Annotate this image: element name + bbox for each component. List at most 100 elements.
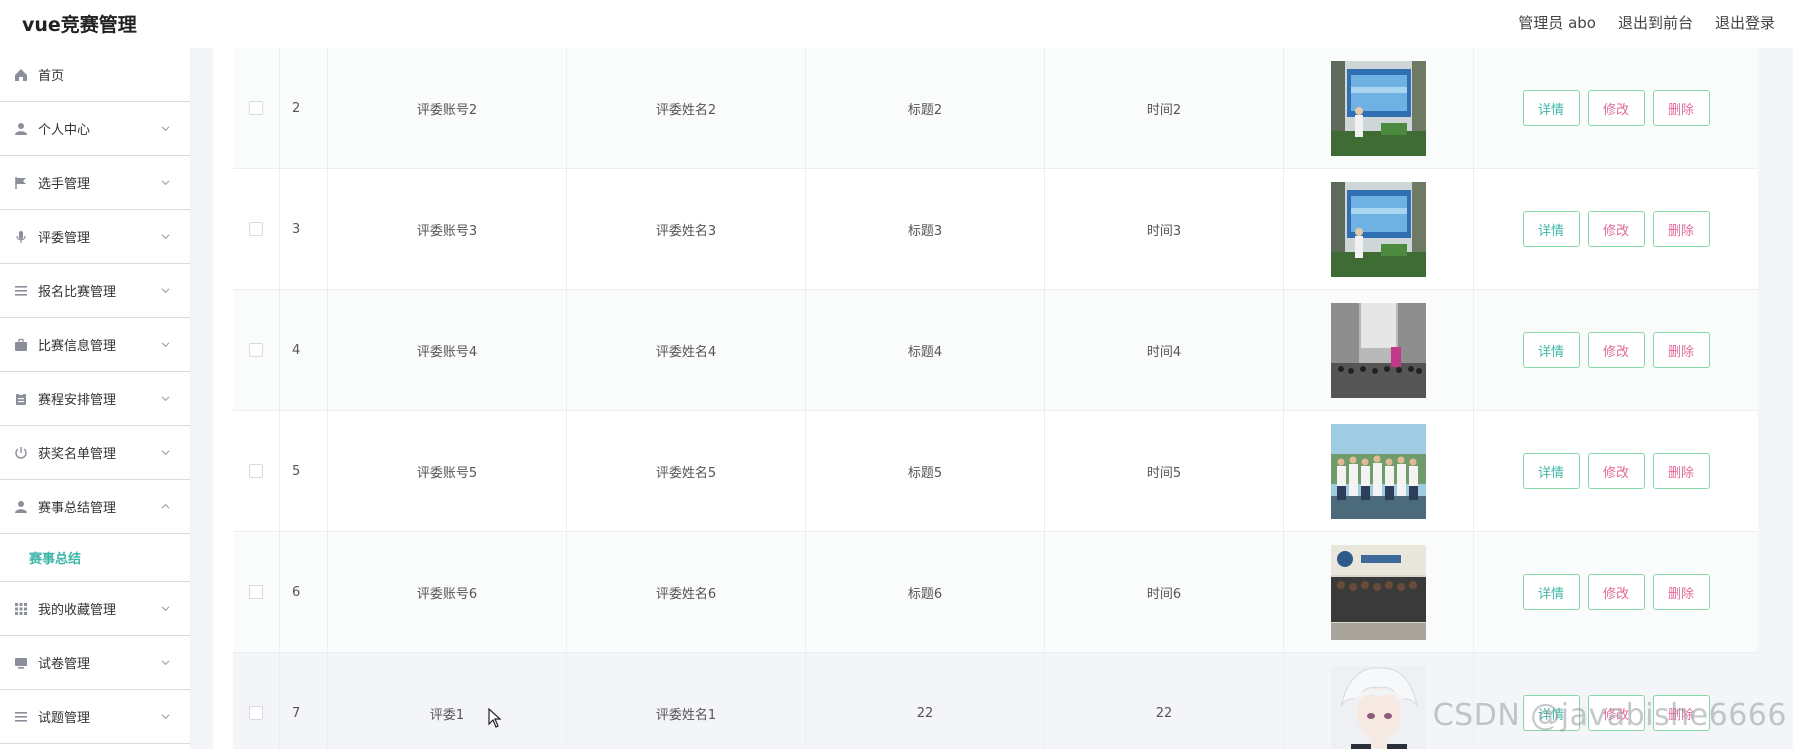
header-links: 管理员 abo 退出到前台 退出登录: [1518, 12, 1775, 33]
app-title: vue竞赛管理: [22, 14, 137, 36]
delete-button[interactable]: 删除: [1652, 453, 1710, 489]
row-index: 5: [280, 411, 328, 531]
sidebar-item-8[interactable]: 赛事总结管理: [0, 480, 190, 534]
detail-button[interactable]: 详情: [1522, 574, 1580, 610]
table-row[interactable]: 4 评委账号4 评委姓名4 标题4 时间4 详情 修改 删除: [233, 290, 1758, 411]
content-gutter-left: [191, 48, 213, 749]
sidebar-item-9[interactable]: 我的收藏管理: [0, 582, 190, 636]
title-cell: 标题5: [806, 411, 1045, 531]
content-gutter-right: [1758, 48, 1793, 749]
row-index: 2: [280, 48, 328, 168]
sidebar-item-6[interactable]: 赛程安排管理: [0, 372, 190, 426]
row-checkbox[interactable]: [249, 101, 263, 115]
title-cell: 标题2: [806, 48, 1045, 168]
sidebar-item-10[interactable]: 试卷管理: [0, 636, 190, 690]
image-cell: [1284, 169, 1474, 289]
photo-hall[interactable]: [1331, 302, 1426, 398]
clipboard-icon: [14, 392, 28, 406]
title-cell: 22: [806, 653, 1045, 749]
list-icon: [14, 284, 28, 298]
sidebar-item-5[interactable]: 比赛信息管理: [0, 318, 190, 372]
row-checkbox[interactable]: [249, 585, 263, 599]
row-checkbox-cell: [233, 411, 280, 531]
user-icon: [14, 500, 28, 514]
row-checkbox[interactable]: [249, 343, 263, 357]
detail-button[interactable]: 详情: [1522, 211, 1580, 247]
row-checkbox[interactable]: [249, 464, 263, 478]
judge-name-cell: 评委姓名2: [567, 48, 806, 168]
logout-link[interactable]: 退出登录: [1715, 12, 1775, 33]
chevron-down-icon: [161, 656, 170, 666]
chevron-down-icon: [161, 230, 170, 240]
image-cell: [1284, 532, 1474, 652]
chevron-down-icon: [161, 392, 170, 402]
row-checkbox[interactable]: [249, 222, 263, 236]
chevron-down-icon: [161, 122, 170, 132]
sidebar-item-1[interactable]: 个人中心: [0, 102, 190, 156]
sidebar-item-11[interactable]: 试题管理: [0, 690, 190, 744]
judge-account-cell: 评委账号2: [328, 48, 567, 168]
admin-user-label[interactable]: 管理员 abo: [1518, 12, 1596, 33]
photo-group-indoor[interactable]: [1331, 544, 1426, 640]
delete-button[interactable]: 删除: [1652, 574, 1710, 610]
sidebar-item-label: 获奖名单管理: [38, 447, 117, 462]
sidebar-item-3[interactable]: 评委管理: [0, 210, 190, 264]
data-table: 2 评委账号2 评委姓名2 标题2 时间2 详情 修改 删除 3 评委账号3 评委姓名3 标题3 时间…: [233, 48, 1758, 749]
row-index: 7: [280, 653, 328, 749]
exit-to-front-link[interactable]: 退出到前台: [1618, 12, 1693, 33]
sidebar-item-label: 赛事总结管理: [38, 501, 117, 516]
briefcase-icon: [14, 338, 28, 352]
edit-button[interactable]: 修改: [1587, 453, 1645, 489]
photo-poster[interactable]: [1331, 181, 1426, 277]
watermark: CSDN @javabishe6666: [1432, 698, 1787, 733]
row-checkbox-cell: [233, 169, 280, 289]
delete-button[interactable]: 删除: [1652, 332, 1710, 368]
table-row[interactable]: 2 评委账号2 评委姓名2 标题2 时间2 详情 修改 删除: [233, 48, 1758, 169]
photo-group-outdoor[interactable]: [1331, 423, 1426, 519]
edit-button[interactable]: 修改: [1587, 211, 1645, 247]
image-cell: [1284, 290, 1474, 410]
judge-name-cell: 评委姓名5: [567, 411, 806, 531]
sidebar-item-label: 选手管理: [38, 177, 91, 192]
edit-button[interactable]: 修改: [1587, 574, 1645, 610]
sidebar-item-0[interactable]: 首页: [0, 48, 190, 102]
detail-button[interactable]: 详情: [1522, 90, 1580, 126]
sidebar-item-label: 比赛信息管理: [38, 339, 117, 354]
sidebar-item-4[interactable]: 报名比赛管理: [0, 264, 190, 318]
list-icon: [14, 710, 28, 724]
mic-icon: [14, 230, 28, 244]
row-index: 6: [280, 532, 328, 652]
title-cell: 标题4: [806, 290, 1045, 410]
chevron-down-icon: [161, 176, 170, 186]
edit-button[interactable]: 修改: [1587, 332, 1645, 368]
sidebar-item-label: 我的收藏管理: [38, 603, 117, 618]
edit-button[interactable]: 修改: [1587, 90, 1645, 126]
monitor-icon: [14, 656, 28, 670]
grid-icon: [14, 602, 28, 616]
judge-account-cell: 评委账号3: [328, 169, 567, 289]
table-row[interactable]: 6 评委账号6 评委姓名6 标题6 时间6 详情 修改 删除: [233, 532, 1758, 653]
photo-avatar[interactable]: [1331, 665, 1426, 749]
sidebar-item-7[interactable]: 获奖名单管理: [0, 426, 190, 480]
top-bar: vue竞赛管理 管理员 abo 退出到前台 退出登录: [0, 0, 1793, 48]
flag-icon: [14, 176, 28, 190]
home-icon: [14, 68, 28, 82]
table-row[interactable]: 3 评委账号3 评委姓名3 标题3 时间3 详情 修改 删除: [233, 169, 1758, 290]
submenu-item-event-summary[interactable]: 赛事总结: [0, 534, 190, 582]
image-cell: [1284, 411, 1474, 531]
chevron-down-icon: [161, 602, 170, 612]
detail-button[interactable]: 详情: [1522, 453, 1580, 489]
photo-poster[interactable]: [1331, 60, 1426, 156]
detail-button[interactable]: 详情: [1522, 332, 1580, 368]
judge-name-cell: 评委姓名1: [567, 653, 806, 749]
title-cell: 标题6: [806, 532, 1045, 652]
row-checkbox-cell: [233, 48, 280, 168]
row-checkbox[interactable]: [249, 706, 263, 720]
delete-button[interactable]: 删除: [1652, 211, 1710, 247]
delete-button[interactable]: 删除: [1652, 90, 1710, 126]
sidebar-item-2[interactable]: 选手管理: [0, 156, 190, 210]
user-icon: [14, 122, 28, 136]
table-row[interactable]: 5 评委账号5 评委姓名5 标题5 时间5 详情 修改 删除: [233, 411, 1758, 532]
title-cell: 标题3: [806, 169, 1045, 289]
sidebar-item-label: 试卷管理: [38, 657, 91, 672]
